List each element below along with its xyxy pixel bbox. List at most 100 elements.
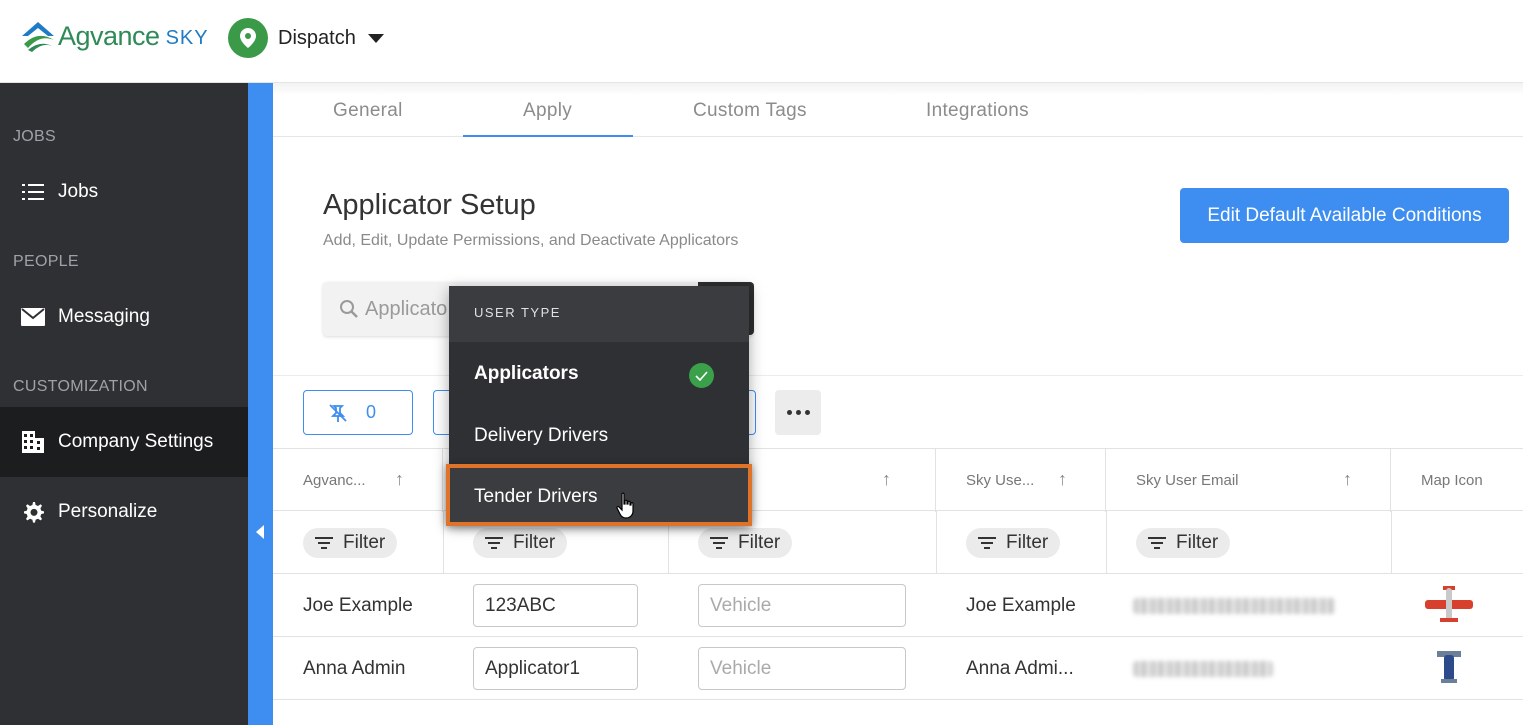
tab-integrations[interactable]: Integrations — [926, 100, 1029, 122]
pinned-rows-button[interactable]: 0 — [303, 390, 413, 435]
pinned-count: 0 — [366, 402, 377, 422]
filter-label: Filter — [513, 532, 556, 553]
sort-arrow-icon[interactable]: ↑ — [1343, 469, 1352, 490]
list-icon — [21, 180, 45, 204]
sidebar-item-jobs[interactable]: Jobs — [0, 157, 248, 227]
sky-user-name: Joe Example — [966, 595, 1076, 616]
dropdown-header: USER TYPE — [449, 286, 749, 342]
settings-tabs: General Apply Custom Tags Integrations — [273, 83, 1523, 137]
tab-general[interactable]: General — [333, 100, 403, 122]
sort-arrow-icon[interactable]: ↑ — [1058, 469, 1067, 490]
option-label: Applicators — [474, 363, 579, 384]
edit-default-conditions-button[interactable]: Edit Default Available Conditions — [1180, 188, 1509, 243]
column-header-sky-user-email[interactable]: Sky User Email ↑ — [1106, 449, 1391, 512]
sidebar-item-company-settings[interactable]: Company Settings — [0, 407, 248, 477]
gear-icon — [21, 500, 45, 524]
filter-icon — [1148, 537, 1166, 549]
table-row[interactable]: Joe Example 123ABC Vehicle Joe Example — [273, 574, 1523, 637]
sidebar-section-customization: CUSTOMIZATION — [13, 378, 148, 395]
redacted-email — [1133, 661, 1273, 677]
sort-arrow-icon[interactable]: ↑ — [395, 469, 404, 490]
caret-down-icon — [367, 33, 384, 43]
sidebar-item-label: Personalize — [58, 501, 158, 522]
filter-button[interactable]: Filter — [698, 528, 793, 558]
column-label: Sky Use... — [966, 472, 1035, 489]
sidebar-collapse-toggle[interactable] — [248, 83, 273, 725]
unpin-icon — [329, 403, 347, 422]
tab-apply[interactable]: Apply — [523, 100, 572, 122]
page-subtitle: Add, Edit, Update Permissions, and Deact… — [323, 232, 739, 249]
dropdown-header-label: USER TYPE — [474, 305, 561, 320]
agvance-sky-logo[interactable]: Agvance SKY — [20, 16, 209, 56]
column-divider — [1391, 511, 1392, 574]
dropdown-option-delivery-drivers[interactable]: Delivery Drivers — [449, 405, 749, 467]
sidebar-item-messaging[interactable]: Messaging — [0, 282, 248, 352]
applicator-name: Joe Example — [303, 595, 413, 616]
active-tab-indicator — [463, 135, 633, 137]
agvance-logo-icon — [22, 22, 54, 52]
filter-label: Filter — [1176, 532, 1219, 553]
option-label: Tender Drivers — [474, 486, 598, 507]
red-plane-icon[interactable] — [1423, 584, 1475, 628]
page-title: Applicator Setup — [323, 189, 536, 221]
checkmark-icon — [689, 363, 714, 388]
top-bar: Agvance SKY Dispatch — [0, 0, 1523, 83]
sidebar-section-jobs: JOBS — [13, 128, 56, 145]
app-name: Dispatch — [278, 26, 356, 49]
filter-label: Filter — [1006, 532, 1049, 553]
filter-button[interactable]: Filter — [303, 528, 398, 558]
more-dot — [786, 410, 792, 415]
table-row[interactable]: Anna Admin Applicator1 Vehicle Anna Admi… — [273, 637, 1523, 700]
blue-plane-icon[interactable] — [1433, 647, 1465, 691]
sidebar-item-personalize[interactable]: Personalize — [0, 477, 248, 547]
sidebar: JOBS Jobs PEOPLE Messaging CUSTOMIZATION… — [0, 83, 248, 725]
building-icon — [21, 430, 45, 454]
sidebar-item-label: Messaging — [58, 306, 150, 327]
hand-cursor-icon — [616, 492, 634, 519]
column-header-map-icon[interactable]: Map Icon — [1391, 449, 1523, 512]
column-label: Agvanc... — [303, 472, 366, 489]
dropdown-option-tender-drivers[interactable]: Tender Drivers — [446, 464, 752, 526]
sidebar-item-label: Company Settings — [58, 431, 214, 452]
filter-icon — [710, 537, 728, 549]
logo-text: Agvance — [58, 20, 160, 51]
tab-custom-tags[interactable]: Custom Tags — [693, 100, 807, 122]
app-switcher[interactable]: Dispatch — [228, 18, 384, 58]
filter-label: Filter — [738, 532, 781, 553]
sidebar-item-label: Jobs — [58, 181, 99, 202]
location-pin-icon — [228, 18, 268, 58]
dropdown-option-applicators[interactable]: Applicators — [449, 343, 749, 405]
more-dot — [795, 410, 801, 415]
vehicle-input[interactable]: Vehicle — [698, 647, 906, 690]
sort-arrow-icon[interactable]: ↑ — [882, 469, 891, 490]
applicator-name: Anna Admin — [303, 658, 406, 679]
more-options-button[interactable] — [775, 390, 821, 435]
applicator-id-input[interactable]: 123ABC — [473, 584, 638, 627]
filter-button[interactable]: Filter — [1136, 528, 1231, 558]
filter-icon — [315, 537, 333, 549]
filter-button[interactable]: Filter — [473, 528, 568, 558]
logo-suffix: SKY — [165, 26, 209, 49]
search-placeholder: Applicato — [365, 297, 448, 320]
vehicle-input[interactable]: Vehicle — [698, 584, 906, 627]
column-label: Map Icon — [1421, 472, 1483, 489]
mail-icon — [21, 305, 45, 329]
sky-user-name: Anna Admi... — [966, 658, 1074, 679]
column-header-agvance[interactable]: Agvanc... ↑ — [273, 449, 443, 512]
chevron-left-icon — [256, 525, 264, 539]
column-divider — [1106, 511, 1107, 574]
column-divider — [443, 511, 444, 574]
filter-button[interactable]: Filter — [966, 528, 1061, 558]
filter-icon — [485, 537, 503, 549]
sidebar-section-people: PEOPLE — [13, 253, 79, 270]
column-label: Sky User Email — [1136, 472, 1239, 489]
redacted-email — [1133, 598, 1335, 614]
filter-icon — [978, 537, 996, 549]
applicator-id-input[interactable]: Applicator1 — [473, 647, 638, 690]
option-label: Delivery Drivers — [474, 425, 609, 446]
column-header-sky-user[interactable]: Sky Use... ↑ — [936, 449, 1106, 512]
more-dot — [804, 410, 810, 415]
search-icon — [340, 300, 358, 318]
filter-label: Filter — [343, 532, 386, 553]
column-divider — [936, 511, 937, 574]
